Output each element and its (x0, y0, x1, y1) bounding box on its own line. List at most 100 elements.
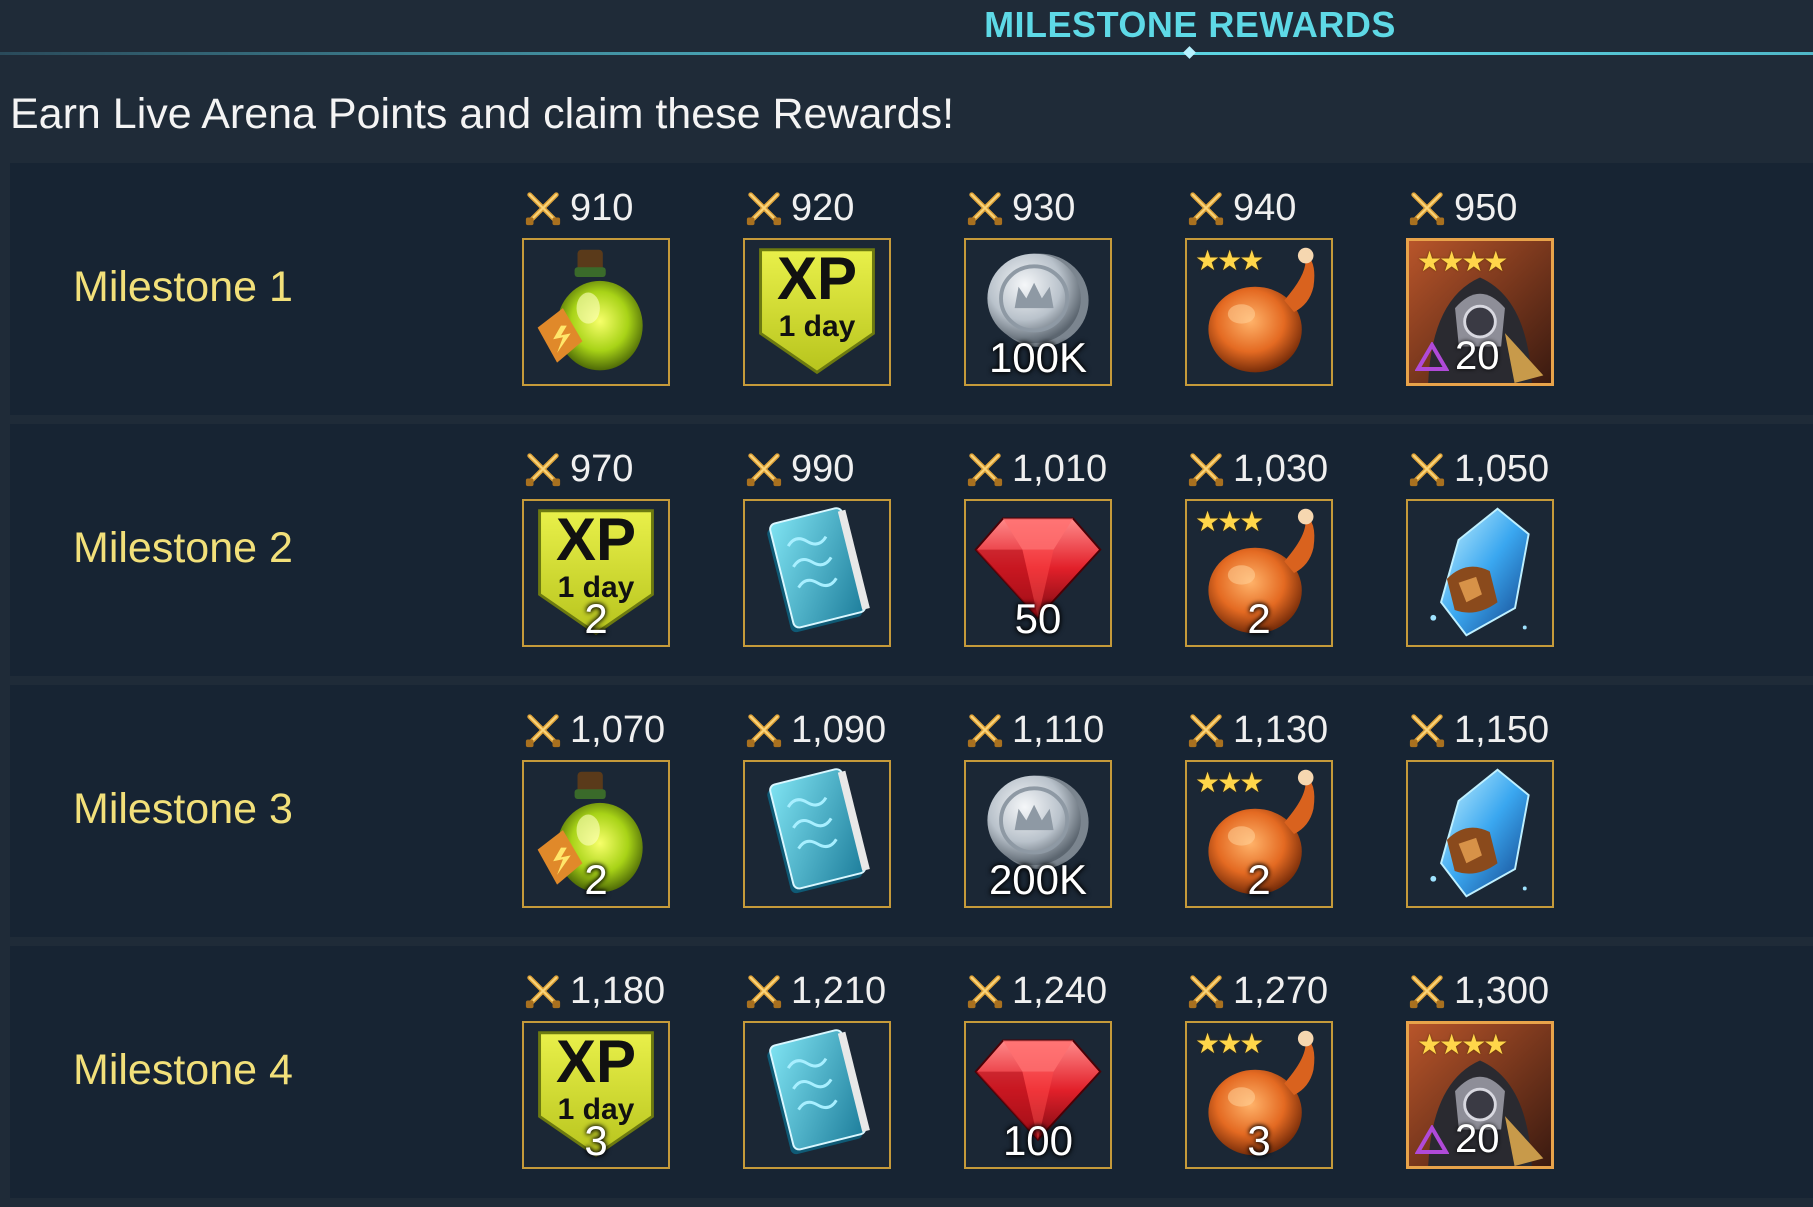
points-requirement: 920 (743, 186, 895, 229)
milestone-row: Milestone 2 970 XP 1 day 2 990 1,010 50 1,030 ★★★… (10, 424, 1813, 676)
points-value: 1,270 (1233, 969, 1329, 1012)
reward-tile[interactable]: ★★★★ 20 (1406, 1021, 1554, 1169)
reward-tile[interactable]: 100K (964, 238, 1112, 386)
reward-tile[interactable]: ★★★ 2 (1185, 760, 1333, 908)
reward-cell: 950 ★★★★ 20 (1406, 187, 1558, 386)
points-value: 990 (791, 447, 855, 490)
reward-tile[interactable]: ★★★★ 20 (1406, 238, 1554, 386)
crossed-swords-icon (525, 453, 561, 487)
crossed-swords-icon (1409, 192, 1445, 226)
milestone-label: Milestone 1 (73, 263, 293, 311)
mystery-shard-icon (1430, 768, 1530, 898)
star-rank-icon: ★★★ (1195, 1028, 1264, 1059)
points-requirement: 1,030 (1185, 448, 1337, 490)
reward-quantity: 2 (1247, 595, 1271, 642)
points-requirement: 1,210 (743, 969, 895, 1012)
reward-tile[interactable] (743, 1021, 891, 1169)
reward-tile[interactable]: 2 (522, 760, 670, 908)
reward-tile[interactable]: 200K (964, 760, 1112, 908)
reward-tile[interactable]: 100 (964, 1021, 1112, 1169)
crossed-swords-icon (967, 714, 1003, 748)
points-requirement: 1,050 (1406, 448, 1558, 490)
page-title: MILESTONE REWARDS (984, 4, 1396, 45)
points-value: 1,300 (1454, 969, 1550, 1012)
milestone-list: Milestone 1 910 920 XP 1 day 930 100K 940 ★★★ 950… (10, 163, 1813, 1207)
points-requirement: 1,150 (1406, 708, 1558, 751)
points-value: 920 (791, 186, 855, 229)
reward-tile[interactable]: XP 1 day 3 (522, 1021, 670, 1169)
reward-quantity: 2 (584, 595, 608, 642)
crossed-swords-icon (1409, 975, 1445, 1009)
crossed-swords-icon (525, 714, 561, 748)
reward-tile[interactable]: XP 1 day (743, 238, 891, 386)
reward-cell: 970 XP 1 day 2 (522, 448, 674, 647)
reward-cell: 1,070 2 (522, 709, 674, 908)
reward-cell: 1,110 200K (964, 709, 1116, 908)
reward-tile[interactable] (1406, 760, 1554, 908)
reward-cell: 1,030 ★★★ 2 (1185, 448, 1337, 647)
ascension-triangle-icon (1415, 1124, 1449, 1154)
champion-level: 20 (1415, 1117, 1500, 1162)
points-value: 940 (1233, 186, 1297, 229)
points-value: 1,090 (791, 708, 887, 751)
reward-cell: 1,270 ★★★ 3 (1185, 969, 1337, 1169)
xp-text: XP (555, 506, 637, 573)
points-requirement: 1,300 (1406, 969, 1558, 1012)
reward-tile[interactable]: ★★★ 2 (1185, 499, 1333, 647)
reward-cell: 1,150 (1406, 708, 1558, 908)
points-requirement: 1,180 (522, 969, 674, 1012)
points-value: 1,210 (791, 969, 887, 1012)
reward-cell: 1,180 XP 1 day 3 (522, 969, 674, 1169)
crossed-swords-icon (967, 192, 1003, 226)
reward-tile[interactable] (743, 499, 891, 647)
reward-tile[interactable]: ★★★ (1185, 238, 1333, 386)
crossed-swords-icon (1188, 192, 1224, 226)
points-value: 930 (1012, 186, 1076, 229)
reward-quantity: 200K (988, 856, 1088, 903)
points-value: 1,180 (570, 969, 666, 1012)
champion-level: 20 (1415, 334, 1500, 379)
reward-tile[interactable] (743, 760, 891, 908)
reward-cell: 1,130 ★★★ 2 (1185, 708, 1337, 908)
points-value: 1,010 (1012, 447, 1108, 490)
skill-tome-icon (767, 1029, 870, 1155)
reward-tile[interactable]: XP 1 day 2 (522, 499, 670, 647)
star-rank-icon: ★★★ (1195, 506, 1264, 537)
page-subtitle: Earn Live Arena Points and claim these R… (10, 90, 955, 138)
crossed-swords-icon (525, 975, 561, 1009)
crossed-swords-icon (746, 714, 782, 748)
points-requirement: 1,090 (743, 708, 895, 751)
star-rank-icon: ★★★ (1195, 767, 1264, 798)
points-value: 1,240 (1012, 969, 1108, 1012)
reward-cell: 920 XP 1 day (743, 186, 895, 386)
reward-cell: 990 (743, 447, 895, 647)
reward-cell: 1,010 50 (964, 447, 1116, 647)
reward-cell: 1,240 100 (964, 969, 1116, 1169)
points-requirement: 1,240 (964, 969, 1116, 1012)
reward-tile[interactable] (1406, 499, 1554, 647)
points-requirement: 910 (522, 187, 674, 229)
points-value: 1,150 (1454, 708, 1550, 751)
crossed-swords-icon (967, 975, 1003, 1009)
milestone-label: Milestone 2 (73, 524, 293, 572)
points-requirement: 1,010 (964, 447, 1116, 490)
points-requirement: 1,270 (1185, 969, 1337, 1012)
reward-quantity: 50 (1014, 595, 1062, 642)
reward-tile[interactable] (522, 238, 670, 386)
milestone-row: Milestone 1 910 920 XP 1 day 930 100K 940 ★★★ 950… (10, 163, 1813, 415)
reward-quantity: 3 (1247, 1117, 1271, 1164)
reward-quantity: 100K (988, 334, 1088, 381)
reward-cell: 1,090 (743, 708, 895, 908)
crossed-swords-icon (1188, 975, 1224, 1009)
reward-tile[interactable]: ★★★ 3 (1185, 1021, 1333, 1169)
xp-duration: 1 day (778, 310, 856, 343)
crossed-swords-icon (746, 453, 782, 487)
champion-level-value: 20 (1455, 334, 1500, 378)
points-requirement: 940 (1185, 186, 1337, 229)
points-value: 1,130 (1233, 708, 1329, 751)
crossed-swords-icon (746, 975, 782, 1009)
points-requirement: 930 (964, 186, 1116, 229)
reward-tile[interactable]: 50 (964, 499, 1112, 647)
reward-quantity: 2 (584, 856, 608, 903)
milestone-label: Milestone 3 (73, 785, 293, 833)
